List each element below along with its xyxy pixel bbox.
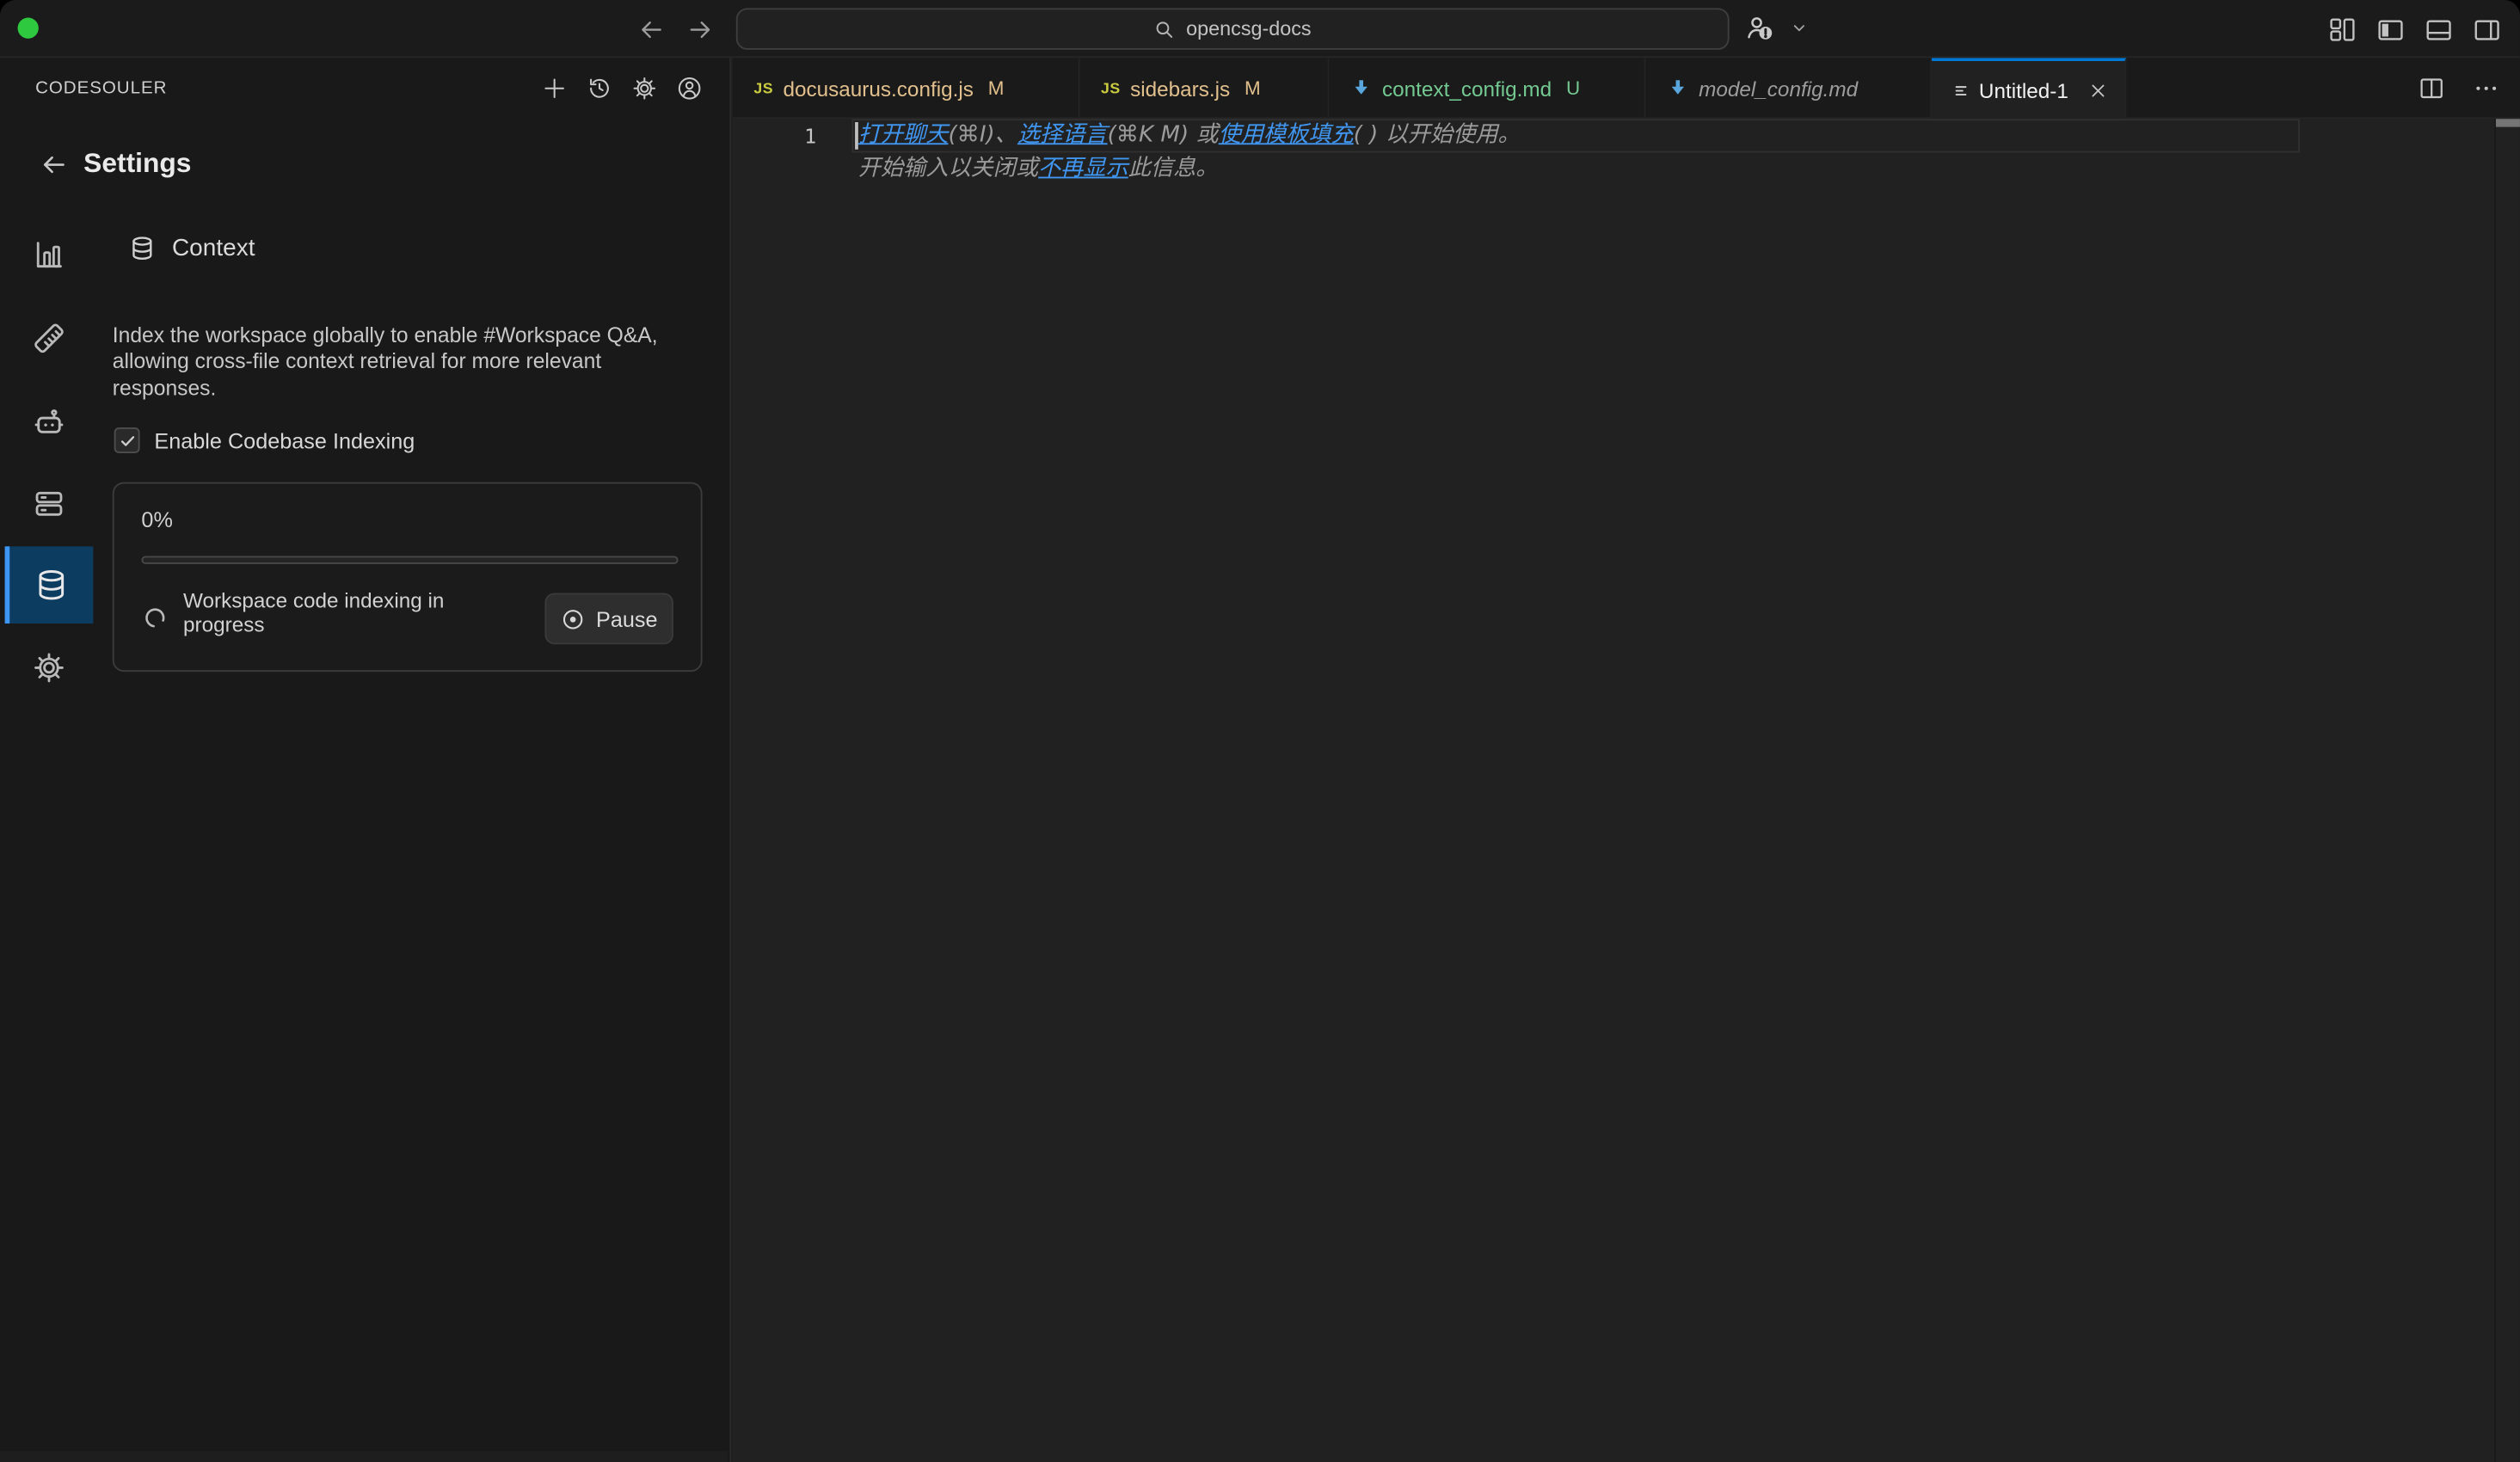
customize-layout-icon[interactable] — [2327, 15, 2357, 44]
tab-Untitled-1[interactable]: Untitled-1 — [1932, 58, 2126, 120]
text-file-icon — [1952, 79, 1969, 100]
bar-chart-icon — [32, 237, 65, 271]
rail-item-settings[interactable] — [5, 629, 94, 706]
rail-item-rules[interactable] — [5, 299, 94, 377]
gear-icon — [32, 650, 65, 684]
editor-hint-text: 此信息。 — [1128, 156, 1219, 181]
checkbox-checked[interactable] — [114, 427, 140, 453]
text-cursor — [855, 122, 857, 150]
editor-hint-link[interactable]: 不再显示 — [1038, 156, 1128, 181]
tab-docusaurus.config.js[interactable]: JS docusaurus.config.js M — [733, 58, 1080, 119]
check-icon — [118, 432, 136, 450]
database-icon — [128, 235, 156, 262]
tab-bar: JS docusaurus.config.js M JS sidebars.js Mcon… — [733, 58, 2520, 119]
markdown-file-icon — [1350, 77, 1373, 100]
editor-hint-link[interactable]: 选择语言 — [1017, 122, 1108, 148]
workbench: CODESOULER Settings — [0, 58, 2520, 1462]
indexing-progress-card: 0% Workspace code indexing in progress P… — [113, 482, 703, 672]
gear-icon[interactable] — [630, 74, 659, 103]
ruler-icon — [32, 321, 65, 354]
chevron-down-icon[interactable] — [1784, 13, 1813, 42]
robot-icon — [32, 404, 65, 438]
split-editor-icon[interactable] — [2417, 74, 2446, 103]
close-icon[interactable] — [2087, 79, 2108, 100]
line-number: 1 — [794, 119, 816, 152]
history-icon[interactable] — [585, 74, 614, 103]
traffic-light-green[interactable] — [18, 18, 39, 39]
app-window: opencsg-docs — [0, 0, 2520, 1462]
plus-icon[interactable] — [540, 74, 569, 103]
account-icon[interactable] — [675, 74, 704, 103]
editor-hint-line-2: 开始输入以关闭或不再显示此信息。 — [858, 153, 1219, 187]
back-arrow-icon[interactable] — [39, 150, 68, 179]
editor-scrollbar-thumb[interactable] — [2496, 119, 2520, 126]
tab-sidebars.js[interactable]: JS sidebars.js M — [1080, 58, 1330, 119]
git-status-badge: U — [1566, 77, 1580, 100]
toggle-sidebar-right-icon[interactable] — [2472, 15, 2501, 44]
editor-hint-link[interactable]: 打开聊天 — [858, 122, 949, 148]
rail-item-context[interactable] — [5, 546, 94, 624]
js-file-icon: JS — [1101, 79, 1121, 97]
indexing-percent: 0% — [141, 507, 172, 531]
more-actions-icon[interactable] — [2472, 74, 2501, 103]
forward-arrow-icon[interactable] — [685, 15, 714, 44]
tab-label: docusaurus.config.js — [783, 77, 973, 101]
indexing-status-text: Workspace code indexing in progress — [183, 590, 472, 636]
editor-hint-text: 开始输入以关闭或 — [858, 156, 1038, 181]
rail-item-agent[interactable] — [5, 383, 94, 460]
git-status-badge: M — [1245, 77, 1261, 100]
tab-label: sidebars.js — [1130, 77, 1230, 101]
accounts-badge-icon[interactable] — [1745, 13, 1774, 42]
sidebar-brand: CODESOULER — [35, 79, 167, 98]
back-arrow-icon[interactable] — [636, 15, 666, 44]
tab-model_config.md[interactable]: model_config.md — [1645, 58, 1932, 119]
search-text: opencsg-docs — [1186, 18, 1311, 40]
pause-button[interactable]: Pause — [544, 593, 673, 645]
rail-item-stats[interactable] — [5, 215, 94, 292]
rail-item-servers[interactable] — [5, 464, 94, 542]
sidebar-bottom-strip — [0, 1451, 728, 1462]
indexing-progress-bar — [141, 556, 678, 564]
spinner-icon — [143, 605, 167, 630]
editor-hint-line-1: 打开聊天(⌘I)、选择语言(⌘K M) 或使用模板填充( ) 以开始使用。 — [858, 119, 1521, 152]
editor-hint-text: ( ) 以开始使用。 — [1354, 122, 1521, 148]
settings-page-title: Settings — [83, 148, 191, 180]
sidebar-resize-handle[interactable] — [728, 58, 735, 1462]
tab-label: Untitled-1 — [1979, 78, 2068, 102]
git-status-badge: M — [988, 77, 1005, 100]
editor-hint-text: (⌘I)、 — [948, 122, 1017, 148]
markdown-file-icon — [1667, 77, 1689, 100]
server-stack-icon — [32, 486, 65, 519]
context-section-title: Context — [172, 235, 255, 262]
editor-pane[interactable]: 1打开聊天(⌘I)、选择语言(⌘K M) 或使用模板填充( ) 以开始使用。开始… — [733, 119, 2520, 1462]
title-bar: opencsg-docs — [0, 0, 2520, 58]
editor-hint-text: (⌘K M) 或 — [1108, 122, 1219, 148]
context-description: Index the workspace globally to enable #… — [113, 323, 669, 402]
database-icon — [34, 568, 69, 603]
enable-codebase-indexing-checkbox[interactable]: Enable Codebase Indexing — [114, 427, 415, 453]
tab-label: model_config.md — [1699, 77, 1858, 101]
editor-scrollbar-track — [2494, 119, 2496, 1462]
search-icon — [1154, 18, 1175, 39]
toggle-panel-icon[interactable] — [2424, 15, 2453, 44]
pause-circle-icon — [561, 606, 585, 630]
pause-button-label: Pause — [596, 606, 658, 630]
editor-group: JS docusaurus.config.js M JS sidebars.js Mcon… — [733, 58, 2520, 1462]
tab-label: context_config.md — [1382, 77, 1552, 101]
js-file-icon: JS — [753, 79, 773, 97]
editor-hint-link[interactable]: 使用模板填充 — [1219, 122, 1354, 148]
command-center-search[interactable]: opencsg-docs — [736, 8, 1730, 50]
toggle-sidebar-left-icon[interactable] — [2376, 15, 2405, 44]
tab-context_config.md[interactable]: context_config.md U — [1329, 58, 1645, 119]
checkbox-label: Enable Codebase Indexing — [154, 428, 415, 452]
codesouler-sidebar: CODESOULER Settings — [0, 58, 731, 1462]
